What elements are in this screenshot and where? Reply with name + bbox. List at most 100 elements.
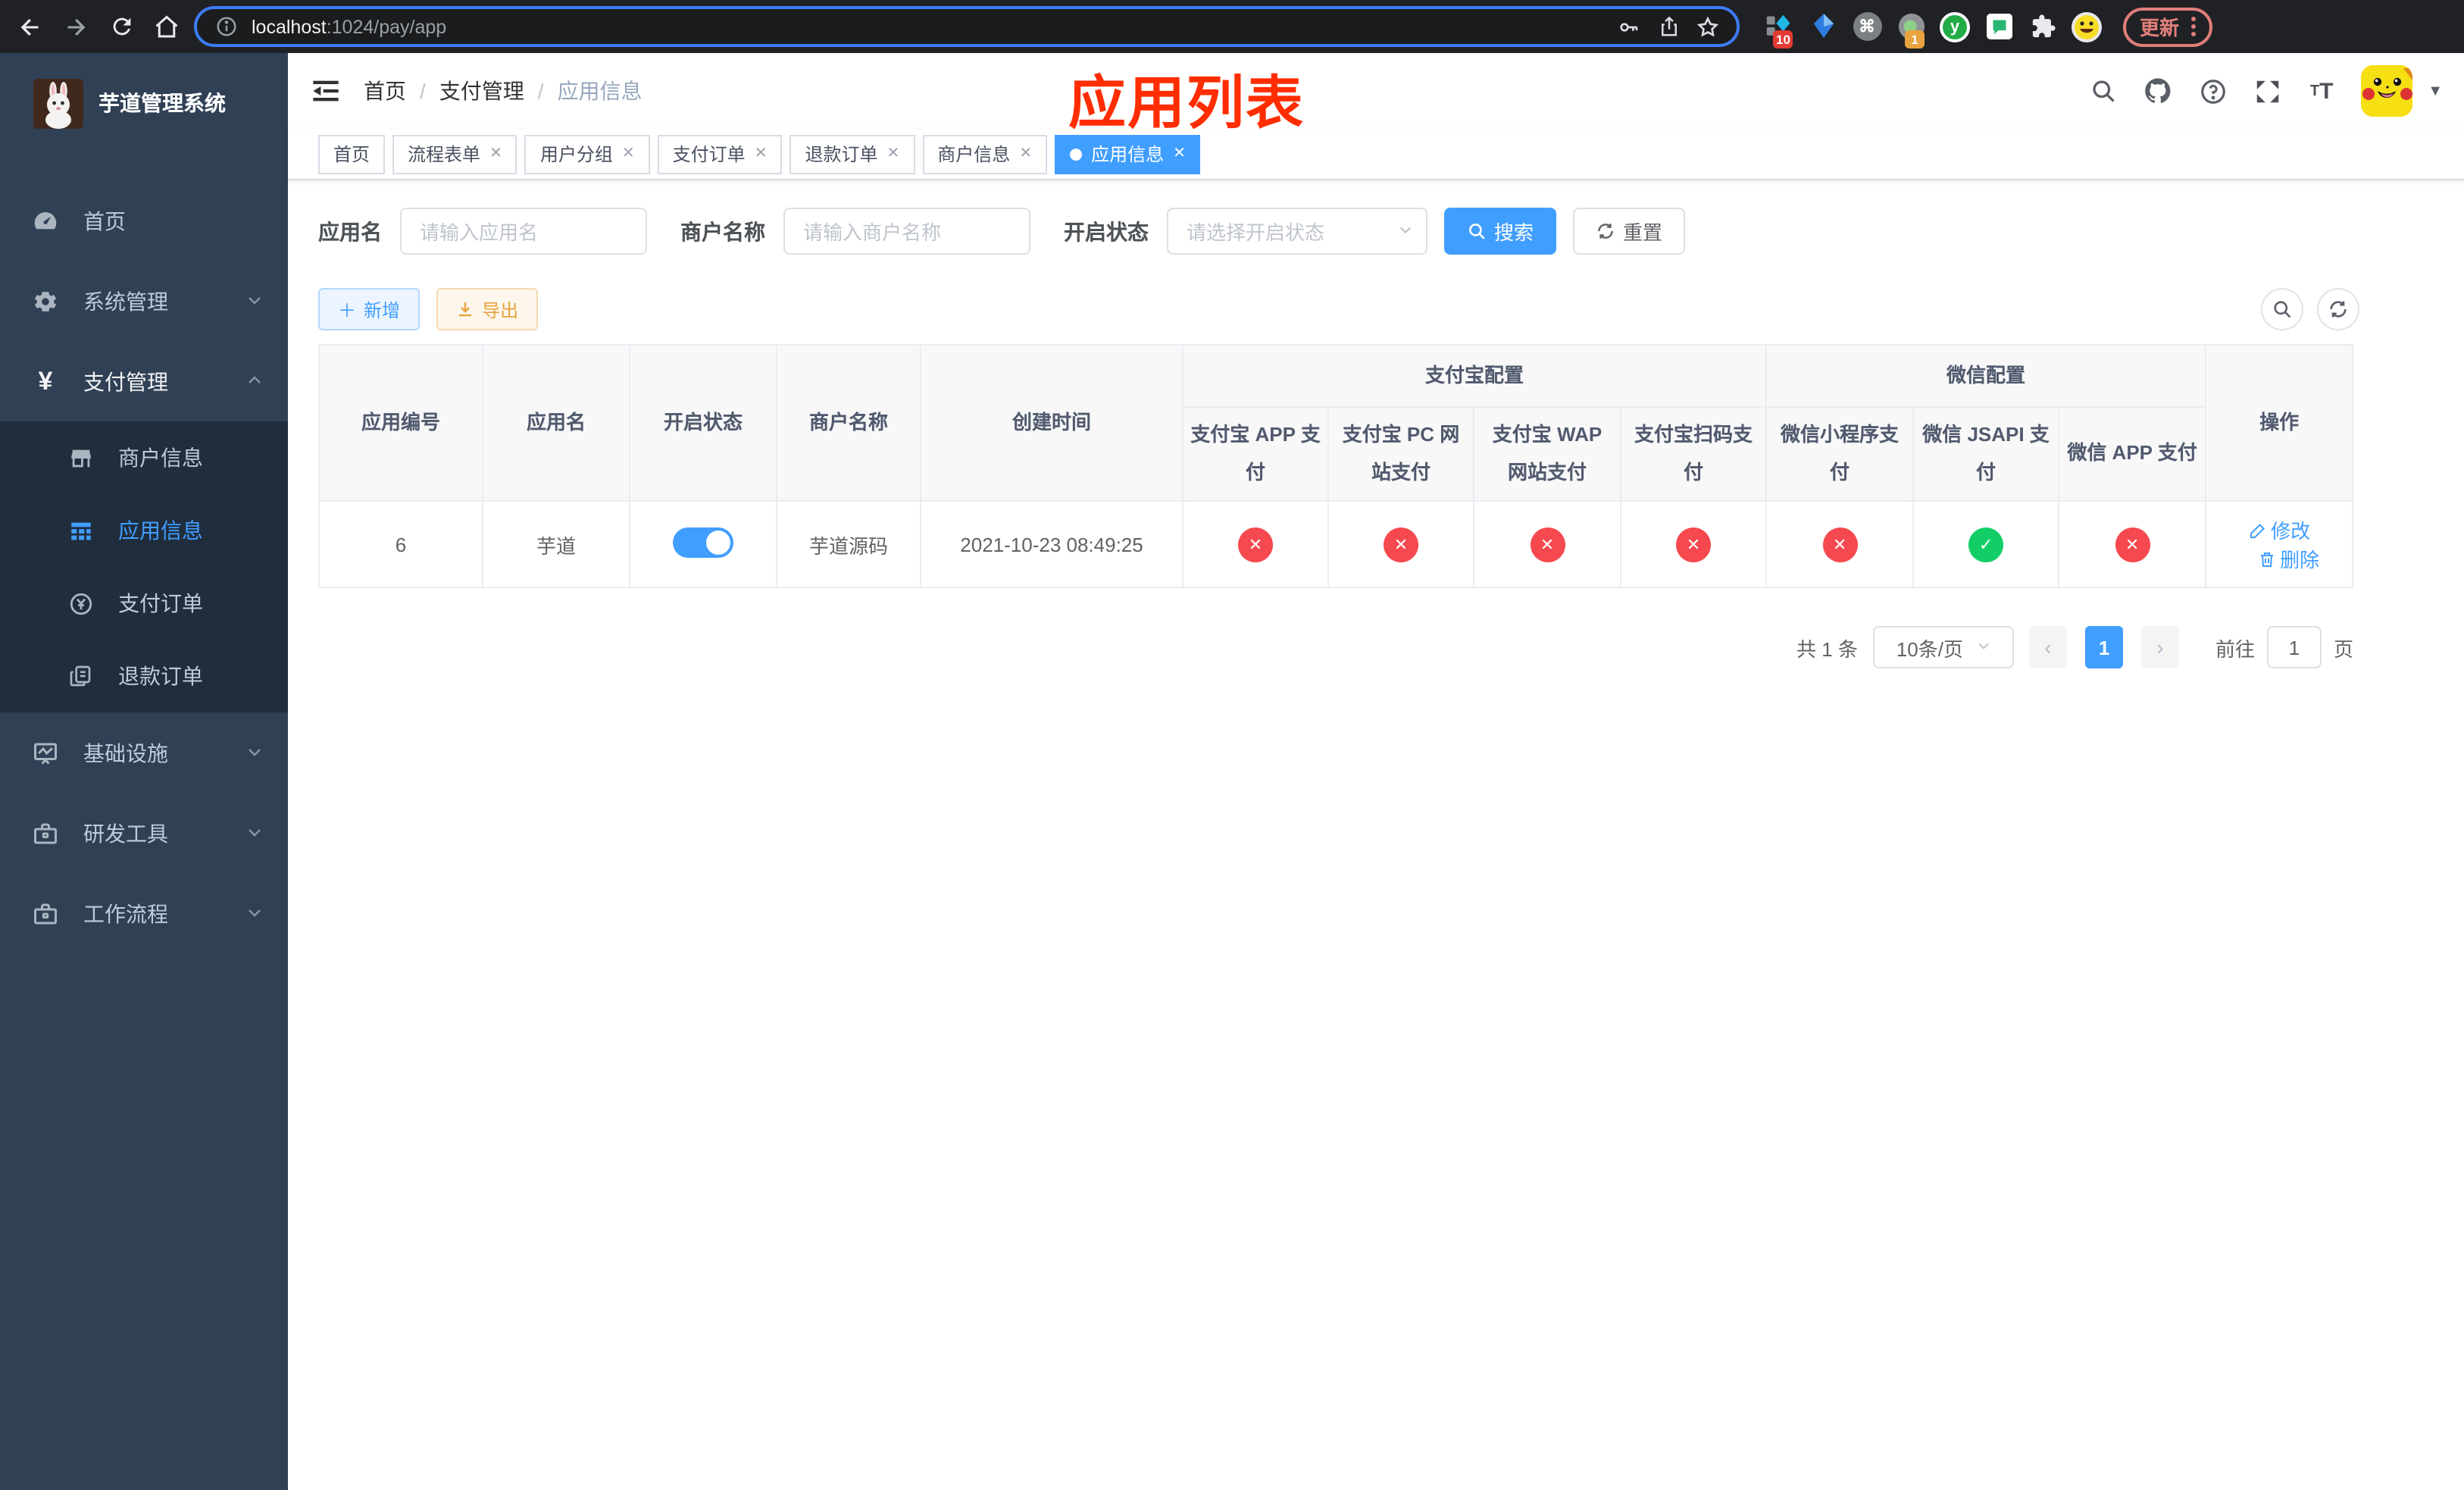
cell-created: 2021-10-23 08:49:25 <box>920 500 1184 589</box>
tab-app-info[interactable]: 应用信息 ✕ <box>1055 134 1201 174</box>
url-text: localhost:1024/pay/app <box>252 16 447 37</box>
table-row: 6 芋道 芋道源码 2021-10-23 08:49:25 ✕ ✕ ✕ ✕ ✕ … <box>318 500 2354 589</box>
extension-recorder-icon[interactable]: 1 <box>1896 11 1926 48</box>
help-icon[interactable] <box>2197 76 2228 106</box>
browser-reload-button[interactable] <box>103 8 139 45</box>
close-icon[interactable]: ✕ <box>1173 146 1186 162</box>
close-icon[interactable]: ✕ <box>622 146 635 162</box>
close-icon[interactable]: ✕ <box>1019 146 1032 162</box>
col-merchant: 商户名称 <box>776 343 921 502</box>
sidebar-item-workflow[interactable]: 工作流程 <box>0 873 288 953</box>
close-icon[interactable]: ✕ <box>887 146 900 162</box>
reset-button[interactable]: 重置 <box>1573 208 1686 255</box>
tab-refund-order[interactable]: 退款订单 ✕ <box>790 134 915 174</box>
site-info-icon[interactable] <box>212 13 239 40</box>
close-icon[interactable]: ✕ <box>489 146 502 162</box>
browser-forward-button[interactable] <box>58 8 94 45</box>
url-bar[interactable]: localhost:1024/pay/app <box>194 6 1740 47</box>
col-alipay-qr: 支付宝扫码支付 <box>1619 405 1768 502</box>
merchant-name-input[interactable]: 请输入商户名称 <box>783 208 1030 255</box>
page-number-1[interactable]: 1 <box>2084 626 2123 669</box>
sidebar-item-pay-order[interactable]: 支付订单 <box>0 567 288 640</box>
browser-back-button[interactable] <box>12 8 48 45</box>
page-size-select[interactable]: 10条/页 <box>1872 626 2014 669</box>
extensions-puzzle-icon[interactable] <box>2028 11 2058 42</box>
search-icon[interactable] <box>2088 76 2118 106</box>
enabled-toggle[interactable] <box>673 527 733 558</box>
add-button[interactable]: ＋ 新增 <box>318 288 421 330</box>
app-name-input[interactable]: 请输入应用名 <box>400 208 647 255</box>
font-size-icon[interactable]: TT <box>2306 76 2337 106</box>
goto-page-input[interactable]: 1 <box>2266 626 2322 669</box>
github-icon[interactable] <box>2143 76 2173 106</box>
prev-page-button[interactable]: ‹ <box>2028 626 2067 669</box>
browser-menu-icon[interactable] <box>2191 17 2197 36</box>
toolbox-icon <box>32 819 59 847</box>
chevron-down-icon <box>245 289 264 313</box>
search-form: 应用名 请输入应用名 商户名称 请输入商户名称 开启状态 请选择开启状态 搜索 … <box>318 208 2464 255</box>
sidebar-collapse-icon[interactable] <box>309 74 342 108</box>
goto-prefix: 前往 <box>2215 637 2255 661</box>
tab-pay-order[interactable]: 支付订单 ✕ <box>657 134 783 174</box>
fullscreen-icon[interactable] <box>2252 76 2282 106</box>
refresh-table-button[interactable] <box>2317 288 2359 330</box>
browser-home-button[interactable] <box>149 8 185 45</box>
extension-y-icon[interactable]: y <box>1940 11 1970 42</box>
tab-home[interactable]: 首页 <box>318 134 386 174</box>
search-button[interactable]: 搜索 <box>1444 208 1557 255</box>
sidebar-item-dev-tools[interactable]: 研发工具 <box>0 793 288 873</box>
col-created: 创建时间 <box>920 343 1184 502</box>
bookmark-star-icon[interactable] <box>1694 13 1721 40</box>
update-button[interactable]: 更新 <box>2123 7 2213 46</box>
delete-button[interactable]: 删除 <box>2257 545 2319 574</box>
extension-command-icon[interactable]: ⌘ <box>1852 11 1882 42</box>
refresh-icon <box>2330 301 2347 318</box>
breadcrumb-home[interactable]: 首页 <box>364 76 406 106</box>
share-icon[interactable] <box>1655 13 1682 40</box>
sidebar: 芋道管理系统 首页 系统管理 ¥ 支付管理 商户信息 应用信息 支付订单 退款订… <box>0 53 288 1490</box>
home-icon <box>155 14 178 37</box>
show-search-toggle-button[interactable] <box>2261 288 2303 330</box>
edit-button[interactable]: 修改 <box>2248 516 2310 545</box>
extension-chat-icon[interactable] <box>1984 11 2014 42</box>
table-grid-icon <box>67 517 94 544</box>
sidebar-item-home[interactable]: 首页 <box>0 180 288 261</box>
sidebar-item-pay[interactable]: ¥ 支付管理 <box>0 341 288 421</box>
browser-profile-avatar[interactable] <box>2072 11 2102 42</box>
dashboard-icon <box>32 207 59 234</box>
cell-app-name: 芋道 <box>482 500 630 589</box>
annotation-app-list: 应用列表 <box>1068 73 1305 136</box>
caret-down-icon[interactable]: ▼ <box>2428 83 2443 99</box>
col-wechat-jsapi: 微信 JSAPI 支付 <box>1912 405 2060 502</box>
chevron-down-icon <box>1975 638 1990 658</box>
download-icon <box>459 302 472 317</box>
tab-merchant-info[interactable]: 商户信息 ✕ <box>922 134 1048 174</box>
sidebar-logo[interactable]: 芋道管理系统 <box>0 53 288 153</box>
sidebar-item-infra[interactable]: 基础设施 <box>0 712 288 793</box>
cell-merchant: 芋道源码 <box>776 500 921 589</box>
next-page-button[interactable]: › <box>2140 626 2179 669</box>
tab-process-form[interactable]: 流程表单 ✕ <box>392 134 518 174</box>
update-label: 更新 <box>2140 17 2180 39</box>
monitor-chart-icon <box>32 739 59 766</box>
status-cross-icon: ✕ <box>1384 527 1418 562</box>
app-title: 芋道管理系统 <box>98 91 226 115</box>
pay-submenu: 商户信息 应用信息 支付订单 退款订单 <box>0 421 288 712</box>
extension-kite-icon[interactable] <box>1808 11 1838 42</box>
export-button[interactable]: 导出 <box>436 288 539 330</box>
status-select[interactable]: 请选择开启状态 <box>1167 208 1427 255</box>
user-avatar[interactable] <box>2361 65 2413 117</box>
extension-grid-icon[interactable]: 10 <box>1764 11 1794 48</box>
status-cross-icon: ✕ <box>1530 527 1565 562</box>
reload-icon <box>112 17 130 36</box>
sidebar-item-merchant-info[interactable]: 商户信息 <box>0 421 288 494</box>
status-cross-icon: ✕ <box>1676 527 1711 562</box>
close-icon[interactable]: ✕ <box>755 146 768 162</box>
tab-user-group[interactable]: 用户分组 ✕ <box>524 134 650 174</box>
sidebar-item-refund-order[interactable]: 退款订单 <box>0 640 288 712</box>
breadcrumb: 首页 / 支付管理 / 应用信息 <box>364 76 643 106</box>
breadcrumb-pay[interactable]: 支付管理 <box>439 76 524 106</box>
sidebar-item-app-info[interactable]: 应用信息 <box>0 494 288 567</box>
password-key-icon[interactable] <box>1615 13 1643 40</box>
sidebar-item-system[interactable]: 系统管理 <box>0 261 288 341</box>
